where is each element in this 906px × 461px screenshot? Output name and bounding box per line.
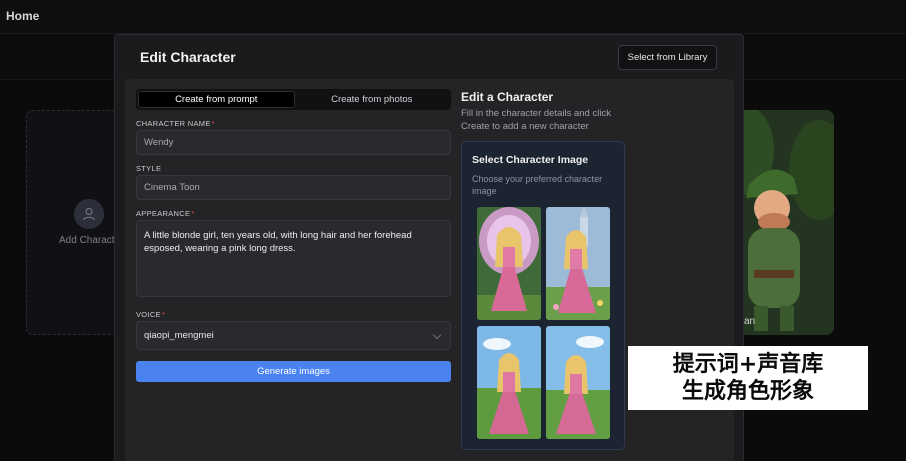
top-bar: Home xyxy=(0,0,906,34)
character-image-option-4[interactable] xyxy=(546,326,610,439)
character-name-label: CHARACTER NAME* xyxy=(136,119,215,128)
panel-title: Select Character Image xyxy=(472,154,589,166)
princess-image xyxy=(477,207,541,320)
edit-character-description: Fill in the character details and click … xyxy=(461,108,611,132)
style-input[interactable]: Cinema Toon xyxy=(136,175,451,200)
required-mark: * xyxy=(191,209,195,218)
required-mark: * xyxy=(211,119,215,128)
character-image-option-2[interactable] xyxy=(546,207,610,320)
voice-label: VOICE* xyxy=(136,310,166,319)
voice-select[interactable]: qiaopi_mengmei xyxy=(136,321,451,350)
generate-images-button[interactable]: Generate images xyxy=(136,361,451,382)
caption-line-1: 提示词+声音库 xyxy=(672,352,824,377)
character-name: an xyxy=(744,316,756,327)
character-image-option-3[interactable] xyxy=(477,326,541,439)
princess-image xyxy=(546,207,610,320)
voice-select-value: qiaopi_mengmei xyxy=(144,330,214,341)
princess-image xyxy=(546,326,610,439)
panel-description: Choose your preferred character image xyxy=(472,174,603,196)
modal-title: Edit Character xyxy=(140,49,236,65)
tab-create-from-prompt[interactable]: Create from prompt xyxy=(138,91,295,108)
user-icon xyxy=(82,207,96,221)
character-name-input[interactable]: Wendy xyxy=(136,130,451,155)
appearance-textarea[interactable]: A little blonde girl, ten years old, wit… xyxy=(136,220,451,297)
add-character-button[interactable] xyxy=(74,199,104,229)
appearance-label: APPEARANCE* xyxy=(136,209,195,218)
video-caption: 提示词+声音库 生成角色形象 xyxy=(628,346,868,410)
character-image-option-1[interactable] xyxy=(477,207,541,320)
select-from-library-button[interactable]: Select from Library xyxy=(618,45,717,70)
style-label: STYLE xyxy=(136,164,162,173)
page-title: Home xyxy=(6,9,40,23)
create-mode-tabs: Create from prompt Create from photos xyxy=(136,89,451,110)
tab-create-from-photos[interactable]: Create from photos xyxy=(295,91,450,108)
required-mark: * xyxy=(161,310,166,319)
add-character-card[interactable]: Add Characte xyxy=(26,110,126,335)
add-character-label: Add Characte xyxy=(59,235,121,246)
chevron-down-icon xyxy=(432,330,442,340)
select-character-image-panel: Select Character Image Choose your prefe… xyxy=(461,141,625,450)
edit-character-heading: Edit a Character xyxy=(461,90,554,104)
princess-image xyxy=(477,326,541,439)
caption-line-2: 生成角色形象 xyxy=(681,379,814,404)
